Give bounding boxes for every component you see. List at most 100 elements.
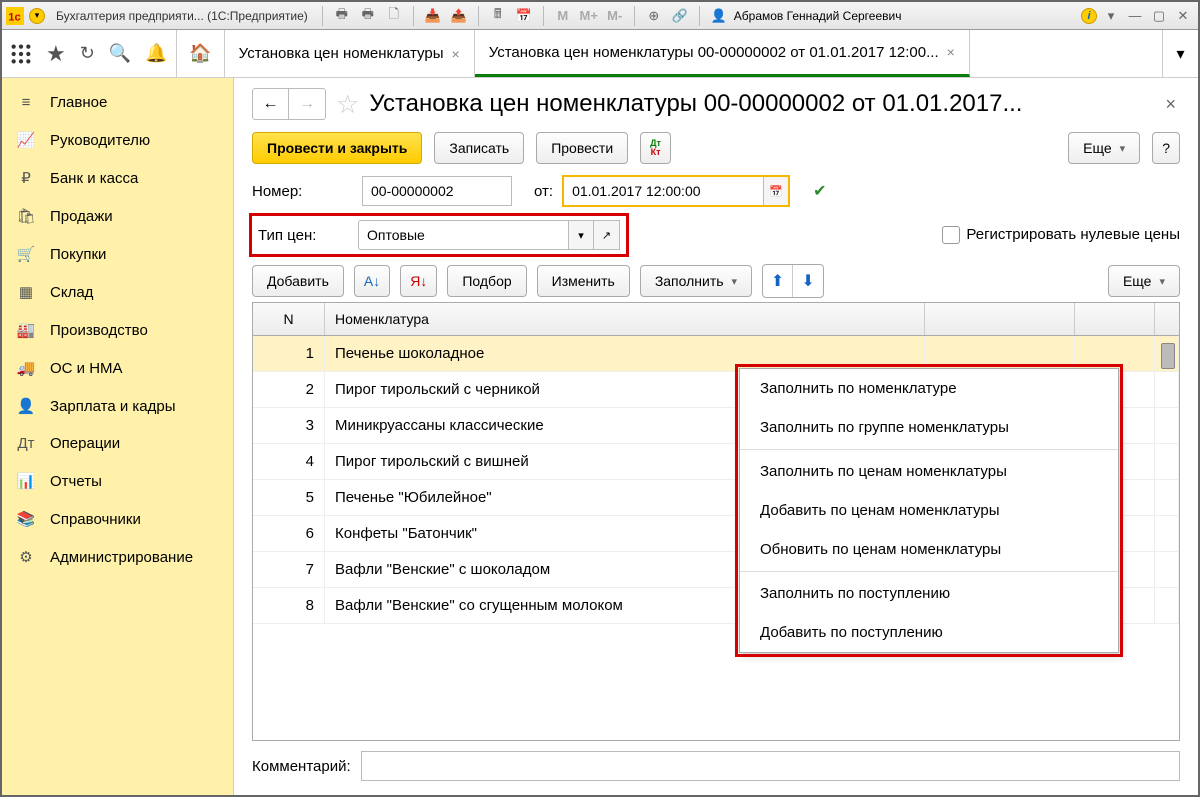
tabs-more-icon[interactable]: ▾: [1162, 30, 1198, 77]
m-icon[interactable]: M: [552, 6, 574, 26]
sidebar-icon: ≡: [16, 94, 36, 111]
more-button[interactable]: Еще: [1068, 132, 1140, 164]
calc-icon[interactable]: 🖩: [487, 6, 509, 26]
history-icon[interactable]: ↻: [80, 43, 95, 64]
link-icon[interactable]: 🔗: [669, 6, 691, 26]
tab-close-icon[interactable]: ×: [947, 44, 955, 60]
back-button[interactable]: ←: [253, 89, 289, 119]
write-button[interactable]: Записать: [434, 132, 524, 164]
sidebar-item[interactable]: 🚚ОС и НМА: [2, 349, 233, 387]
sidebar-item[interactable]: 🛒Покупки: [2, 235, 233, 273]
menu-item[interactable]: Заполнить по ценам номенклатуры: [740, 452, 1118, 491]
sidebar-item[interactable]: ⚙Администрирование: [2, 538, 233, 576]
sort-asc-button[interactable]: А↓: [354, 265, 390, 297]
close-icon[interactable]: ✕: [1172, 6, 1194, 26]
sidebar-item[interactable]: 📚Справочники: [2, 500, 233, 538]
cell-n: 5: [253, 480, 325, 515]
minimize-icon[interactable]: —: [1124, 6, 1146, 26]
menu-item[interactable]: Добавить по поступлению: [740, 613, 1118, 652]
mminus-icon[interactable]: M-: [604, 6, 626, 26]
menu-item[interactable]: Обновить по ценам номенклатуры: [740, 530, 1118, 569]
compare-icon[interactable]: 📤: [448, 6, 470, 26]
date-field[interactable]: [563, 176, 763, 206]
document-close-icon[interactable]: ×: [1161, 90, 1180, 119]
col-n-header[interactable]: N: [253, 303, 325, 335]
edit-button[interactable]: Изменить: [537, 265, 630, 297]
sidebar-item[interactable]: ДтОперации: [2, 425, 233, 462]
dropdown2-icon[interactable]: ▾: [1100, 6, 1122, 26]
topbar: ★ ↻ 🔍 🔔 🏠 Установка цен номенклатуры× Ус…: [2, 30, 1198, 78]
favorites-icon[interactable]: ★: [46, 41, 66, 67]
tab-2[interactable]: Установка цен номенклатуры 00-00000002 о…: [475, 30, 970, 77]
sidebar-label: ОС и НМА: [50, 360, 123, 377]
sidebar-item[interactable]: 📊Отчеты: [2, 462, 233, 500]
sort-desc-button[interactable]: Я↓: [400, 265, 437, 297]
fill-button[interactable]: Заполнить: [640, 265, 752, 297]
mplus-icon[interactable]: M+: [578, 6, 600, 26]
posted-flag-icon: ✔: [813, 181, 826, 201]
help-button[interactable]: ?: [1152, 132, 1180, 164]
menu-item[interactable]: Заполнить по номенклатуре: [740, 369, 1118, 408]
sidebar-icon: 🛍: [16, 207, 36, 225]
pick-button[interactable]: Подбор: [447, 265, 526, 297]
menu-item[interactable]: Заполнить по группе номенклатуры: [740, 408, 1118, 447]
table-more-button[interactable]: Еще: [1108, 265, 1180, 297]
dropdown-icon[interactable]: ▾: [28, 7, 46, 25]
comment-field[interactable]: [361, 751, 1180, 781]
move-down-button[interactable]: ⬇: [793, 265, 823, 297]
date-label: от:: [534, 183, 553, 200]
calendar-icon[interactable]: 📅: [513, 6, 535, 26]
user-name: Абрамов Геннадий Сергеевич: [734, 9, 902, 23]
refresh-icon[interactable]: ⊕: [643, 6, 665, 26]
col-price-header[interactable]: [925, 303, 1075, 335]
info-icon[interactable]: i: [1080, 7, 1098, 25]
menu-item[interactable]: Заполнить по поступлению: [740, 574, 1118, 613]
sidebar-item[interactable]: 🛍 Продажи: [2, 197, 233, 235]
dtkt-button[interactable]: ДтКт: [640, 132, 671, 164]
forward-button[interactable]: →: [289, 89, 325, 119]
titlebar: 1c ▾ Бухгалтерия предприяти... (1С:Предп…: [2, 2, 1198, 30]
maximize-icon[interactable]: ▢: [1148, 6, 1170, 26]
pricetype-label: Тип цен:: [258, 227, 348, 244]
favorite-star-icon[interactable]: ☆: [336, 89, 359, 120]
zero-prices-checkbox[interactable]: Регистрировать нулевые цены: [942, 226, 1180, 244]
bell-icon[interactable]: 🔔: [145, 43, 167, 64]
sidebar-item[interactable]: 🏭Производство: [2, 311, 233, 349]
pricetype-open-icon[interactable]: ↗: [594, 220, 620, 250]
col-name-header[interactable]: Номенклатура: [325, 303, 925, 335]
tab-close-icon[interactable]: ×: [452, 46, 460, 62]
sidebar-label: Склад: [50, 284, 93, 301]
cell-n: 3: [253, 408, 325, 443]
pricetype-field[interactable]: [358, 220, 568, 250]
sidebar-item[interactable]: ▦Склад: [2, 273, 233, 311]
sidebar-label: Операции: [50, 435, 120, 452]
apps-icon[interactable]: [10, 43, 32, 65]
fill-menu: Заполнить по номенклатуреЗаполнить по гр…: [739, 368, 1119, 653]
pricetype-dropdown-icon[interactable]: ▾: [568, 220, 594, 250]
search-icon[interactable]: 🔍: [109, 43, 131, 64]
sidebar-label: Администрирование: [50, 549, 193, 566]
calendar-picker-icon[interactable]: 📅: [763, 176, 789, 206]
sidebar-item[interactable]: 📈Руководителю: [2, 121, 233, 159]
tabs: Установка цен номенклатуры× Установка це…: [225, 30, 1162, 77]
cell-n: 8: [253, 588, 325, 623]
scrollbar-thumb[interactable]: [1161, 343, 1175, 369]
menu-item[interactable]: Добавить по ценам номенклатуры: [740, 491, 1118, 530]
tab-1[interactable]: Установка цен номенклатуры×: [225, 30, 475, 77]
home-button[interactable]: 🏠: [177, 30, 225, 77]
sidebar-label: Продажи: [50, 208, 113, 225]
save-icon[interactable]: 📥: [422, 6, 444, 26]
table-row[interactable]: 1 Печенье шоколадное: [253, 336, 1179, 372]
post-close-button[interactable]: Провести и закрыть: [252, 132, 422, 164]
sidebar-item[interactable]: ₽Банк и касса: [2, 159, 233, 197]
add-button[interactable]: Добавить: [252, 265, 344, 297]
preview-icon[interactable]: 🗋: [383, 6, 405, 26]
sidebar-item[interactable]: 👤Зарплата и кадры: [2, 387, 233, 425]
print2-icon[interactable]: 🖶: [357, 6, 379, 26]
number-field[interactable]: [362, 176, 512, 206]
move-up-button[interactable]: ⬆: [763, 265, 793, 297]
post-button[interactable]: Провести: [536, 132, 628, 164]
print-icon[interactable]: 🖶: [331, 6, 353, 26]
sidebar-item[interactable]: ≡Главное: [2, 84, 233, 121]
col-currency-header[interactable]: [1075, 303, 1155, 335]
